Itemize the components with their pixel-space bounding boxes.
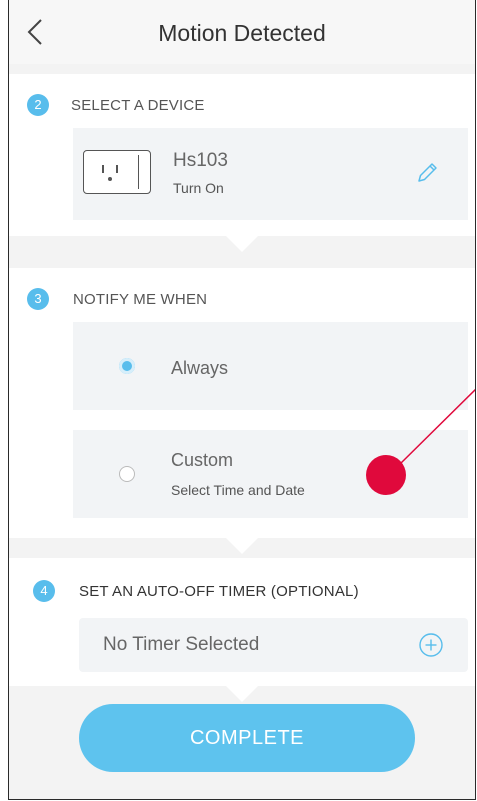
option-label: Always xyxy=(171,358,229,378)
step-badge: 4 xyxy=(33,580,55,602)
option-sublabel: Select Time and Date xyxy=(171,482,305,498)
timer-select[interactable]: No Timer Selected xyxy=(79,618,468,672)
smart-plug-icon xyxy=(83,150,151,194)
device-action: Turn On xyxy=(173,180,224,196)
section-arrow xyxy=(226,538,258,554)
device-name: Hs103 xyxy=(173,150,228,171)
tap-indicator xyxy=(366,455,406,495)
section-title: SET AN AUTO-OFF TIMER (OPTIONAL) xyxy=(79,583,359,600)
radio-always[interactable] xyxy=(119,358,135,374)
auto-off-timer-section: 4 SET AN AUTO-OFF TIMER (OPTIONAL) No Ti… xyxy=(9,558,475,686)
option-custom[interactable]: Custom Select Time and Date xyxy=(73,430,468,518)
radio-custom[interactable] xyxy=(119,466,135,482)
device-card[interactable]: Hs103 Turn On xyxy=(73,128,468,220)
pencil-icon[interactable] xyxy=(414,160,440,186)
header-bar: Motion Detected xyxy=(9,0,475,65)
step-badge: 2 xyxy=(27,94,49,116)
app-screen: Motion Detected 2 SELECT A DEVICE Hs103 … xyxy=(8,0,476,800)
plus-circle-icon[interactable] xyxy=(418,632,444,658)
divider-band xyxy=(9,64,475,74)
notify-section: 3 NOTIFY ME WHEN Always Custom Select Ti… xyxy=(9,268,475,538)
complete-button[interactable]: COMPLETE xyxy=(79,704,415,772)
section-arrow xyxy=(226,236,258,252)
page-title: Motion Detected xyxy=(158,20,326,46)
section-arrow xyxy=(226,686,258,702)
section-title: NOTIFY ME WHEN xyxy=(73,291,208,308)
select-device-section: 2 SELECT A DEVICE Hs103 Turn On xyxy=(9,74,475,236)
step-badge: 3 xyxy=(27,288,49,310)
option-always[interactable]: Always xyxy=(73,322,468,410)
option-label: Custom xyxy=(171,450,234,470)
section-title: SELECT A DEVICE xyxy=(71,97,205,114)
timer-value: No Timer Selected xyxy=(103,634,260,655)
